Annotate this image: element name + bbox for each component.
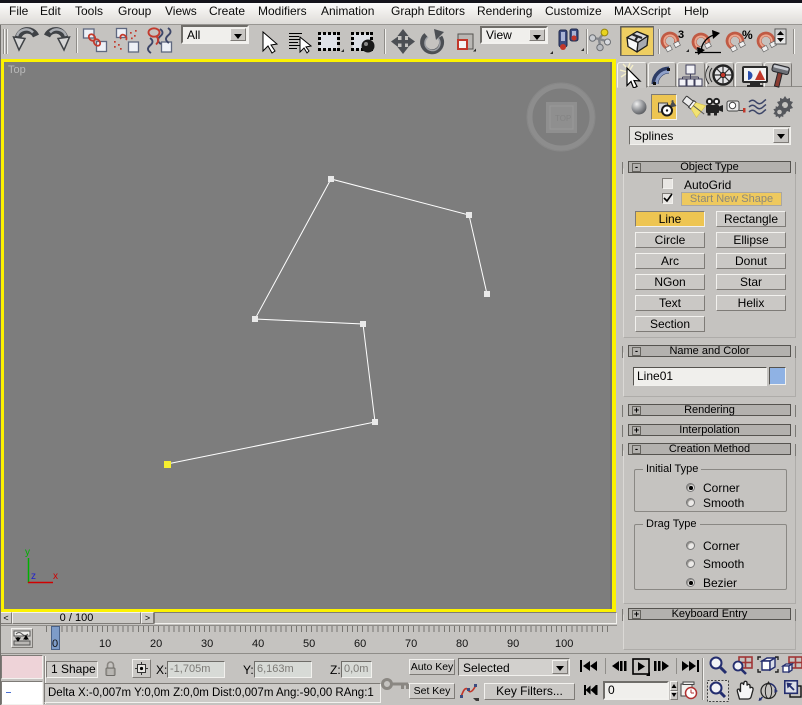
svg-text:z: z [31, 571, 36, 582]
svg-text:x: x [53, 571, 58, 582]
svg-text:%: % [742, 28, 753, 42]
svg-text:TOP: TOP [555, 114, 571, 123]
svg-text:y: y [25, 547, 30, 558]
svg-text:3: 3 [678, 29, 684, 41]
